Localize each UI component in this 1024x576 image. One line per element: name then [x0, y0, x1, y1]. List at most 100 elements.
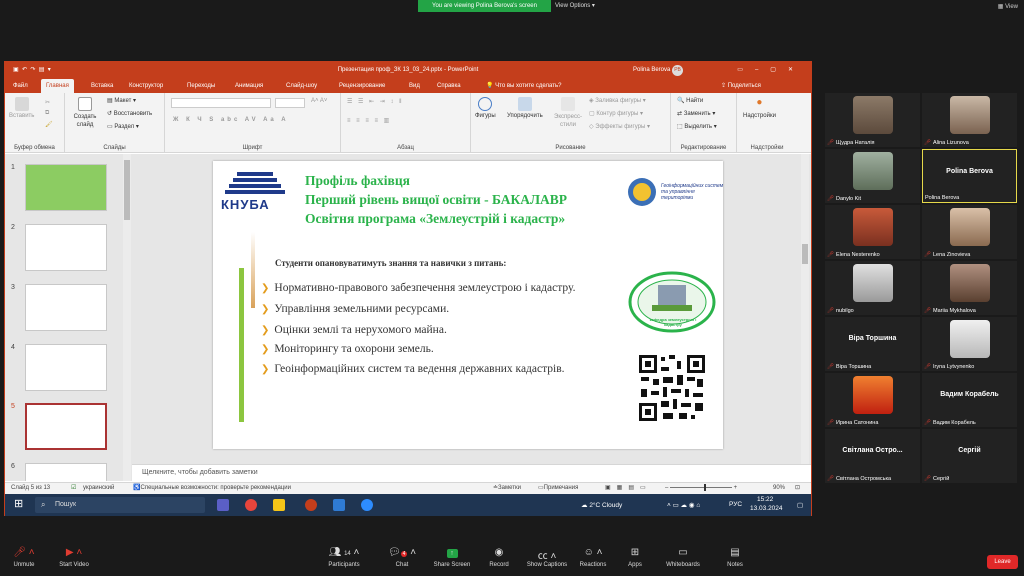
- slide-thumb-5[interactable]: [25, 403, 107, 450]
- participant-tile[interactable]: Вадим Корабель 🎤︎ Вадим Корабель: [922, 373, 1017, 427]
- list-buttons[interactable]: ☰ ☰ ⇤ ⇥ ↕ ‖: [347, 98, 404, 105]
- addins-button[interactable]: ● Надстройки: [743, 97, 776, 119]
- view-button[interactable]: ▦ View: [998, 3, 1018, 10]
- paste-button[interactable]: Вставить: [9, 97, 34, 119]
- shapes-button[interactable]: Фигуры: [475, 97, 496, 119]
- leave-button[interactable]: Leave: [987, 555, 1018, 569]
- tab-review[interactable]: Рецензирование: [339, 79, 385, 93]
- spellcheck-icon[interactable]: ☑: [71, 483, 76, 494]
- font-grow-shrink-icon[interactable]: A˄ A˅: [311, 98, 327, 104]
- notes-toggle[interactable]: ≐ Заметки: [493, 483, 521, 494]
- notifications-icon[interactable]: ▢: [797, 501, 803, 509]
- whiteboards-button[interactable]: ▭ Whiteboards: [653, 547, 713, 568]
- participant-tile[interactable]: 🎤︎ Iryna Lytvynenko: [922, 317, 1017, 371]
- participant-tile[interactable]: Сергій 🎤︎ Сергій: [922, 429, 1017, 483]
- slide-scrollbar[interactable]: [801, 154, 809, 464]
- input-language[interactable]: РУС: [729, 501, 742, 508]
- tab-file[interactable]: Файл: [13, 79, 28, 93]
- tab-help[interactable]: Справка: [437, 79, 461, 93]
- select-button[interactable]: ⬚ Выделить ▾: [677, 123, 717, 130]
- participant-tile[interactable]: 🎤︎ Danylo Kit: [825, 149, 920, 203]
- copy-icon[interactable]: ⧉: [45, 110, 49, 117]
- account-user[interactable]: Polina Berova PB: [633, 62, 684, 79]
- tab-animation[interactable]: Анимация: [235, 79, 263, 93]
- comments-toggle[interactable]: ▭ Примечания: [538, 483, 578, 494]
- video-off-icon: ▶︎ ˄: [65, 547, 83, 558]
- view-options-button[interactable]: View Options ▾: [555, 0, 605, 12]
- share-button[interactable]: ⇪ Поделиться: [721, 79, 761, 93]
- tab-view[interactable]: Вид: [409, 79, 420, 93]
- participant-tile[interactable]: 🎤︎ Mariia Mykhalova: [922, 261, 1017, 315]
- arrange-button[interactable]: Упорядочить: [507, 97, 543, 119]
- quick-styles-button[interactable]: Экспресс-стили: [551, 97, 585, 129]
- shape-fill-button[interactable]: ◈ Заливка фигуры ▾: [589, 97, 646, 104]
- ppt-workspace: 1 2 3 4 5 6 КНУБА Профіль фахівця Перший…: [5, 154, 811, 481]
- windows-start-icon[interactable]: ⊞: [14, 499, 23, 510]
- file-explorer-icon[interactable]: [273, 499, 285, 511]
- reset-button[interactable]: ↺ Восстановить: [107, 110, 152, 117]
- taskbar-search[interactable]: ⌕ Пошук: [35, 497, 205, 513]
- font-name-input[interactable]: [171, 98, 271, 108]
- zoom-slider-thumb[interactable]: [704, 483, 707, 491]
- view-buttons[interactable]: ▣▦▤▭: [605, 483, 652, 494]
- participant-tile[interactable]: 🎤︎ Щудра Наталія: [825, 93, 920, 147]
- font-size-input[interactable]: [275, 98, 305, 108]
- align-buttons[interactable]: ≡ ≡ ≡ ≡ ▥: [347, 117, 391, 124]
- slide-thumbnails[interactable]: 1 2 3 4 5 6: [5, 154, 123, 481]
- language-indicator[interactable]: украинский: [83, 483, 114, 494]
- participant-tile[interactable]: 🎤︎ nubilgo: [825, 261, 920, 315]
- new-slide-button[interactable]: Создать слайд: [71, 97, 99, 129]
- participant-tile[interactable]: 🎤︎ Lena Zinovieva: [922, 205, 1017, 259]
- layout-button[interactable]: ▤ Макет ▾: [107, 97, 136, 104]
- notes-button[interactable]: ▤ Notes: [705, 547, 765, 568]
- participant-tile[interactable]: Світлана Остро... 🎤︎ Світлана Остромська: [825, 429, 920, 483]
- clock-time[interactable]: 15:22: [757, 496, 773, 503]
- tell-me-search[interactable]: 💡 Что вы хотите сделать?: [486, 79, 561, 93]
- tab-transitions[interactable]: Переходы: [187, 79, 215, 93]
- shape-outline-button[interactable]: ▢ Контур фигуры ▾: [589, 110, 643, 117]
- replace-button[interactable]: ⇄ Заменить ▾: [677, 110, 715, 117]
- slide-thumb-1[interactable]: [25, 164, 107, 211]
- participant-tile[interactable]: 🎤︎ Alina Lizunova: [922, 93, 1017, 147]
- tab-insert[interactable]: Вставка: [91, 79, 113, 93]
- weather-widget[interactable]: ☁ 2°C Cloudy: [581, 501, 622, 509]
- participant-tile[interactable]: Віра Торшина 🎤︎ Віра Торшина: [825, 317, 920, 371]
- participant-tile-active-speaker[interactable]: Polina Berova Polina Berova: [922, 149, 1017, 203]
- powerpoint-icon[interactable]: [305, 499, 317, 511]
- participant-tile[interactable]: 🎤︎ Elena Nesterenko: [825, 205, 920, 259]
- cut-icon[interactable]: ✂: [45, 99, 50, 106]
- chrome-icon[interactable]: [245, 499, 257, 511]
- zoom-app-icon[interactable]: [361, 499, 373, 511]
- shape-effects-button[interactable]: ◇ Эффекты фигуры ▾: [589, 123, 650, 130]
- current-slide[interactable]: КНУБА Профіль фахівця Перший рівень вищо…: [213, 161, 723, 449]
- slide-thumb-2[interactable]: [25, 224, 107, 271]
- slide-scrollbar-thumb[interactable]: [802, 244, 808, 264]
- tray-icons[interactable]: ˄ ▭ ☁ ◉ ⌂: [667, 501, 700, 509]
- tab-slideshow[interactable]: Слайд-шоу: [286, 79, 317, 93]
- thumbnails-scrollbar[interactable]: [123, 154, 131, 481]
- start-video-button[interactable]: ▶︎ ˄ Start Video: [44, 547, 104, 568]
- format-painter-icon[interactable]: 🖌: [45, 121, 53, 128]
- section-button[interactable]: ▭ Раздел ▾: [107, 123, 139, 130]
- participants-button[interactable]: 👥︎ 14 ˄ Participants: [314, 547, 374, 568]
- notes-pane[interactable]: Щелкните, чтобы добавить заметки: [132, 464, 811, 481]
- window-controls[interactable]: ▭–▢✕: [737, 62, 805, 79]
- clock-date[interactable]: 13.03.2024: [750, 505, 783, 512]
- teams-icon[interactable]: [217, 499, 229, 511]
- zoom-slider[interactable]: – +: [665, 483, 765, 494]
- zoom-level[interactable]: 90%: [773, 483, 785, 494]
- slide-thumb-6[interactable]: [25, 463, 107, 481]
- accessibility-status[interactable]: ♿ Специальные возможности: проверьте рек…: [133, 483, 291, 494]
- find-button[interactable]: 🔍 Найти: [677, 97, 703, 104]
- fit-slide-icon[interactable]: ⊡: [795, 483, 800, 494]
- mic-muted-icon: 🎤︎: [827, 364, 834, 370]
- mic-muted-icon: 🎤︎: [827, 420, 834, 426]
- scrollbar-thumb[interactable]: [124, 160, 130, 220]
- tab-home[interactable]: Главная: [41, 79, 74, 93]
- font-format-buttons[interactable]: Ж К Ч S abc AV Aa A: [173, 117, 289, 123]
- slide-thumb-3[interactable]: [25, 284, 107, 331]
- participant-tile[interactable]: 🎤︎ Ирина Сатонина: [825, 373, 920, 427]
- slide-thumb-4[interactable]: [25, 344, 107, 391]
- tab-design[interactable]: Конструктор: [129, 79, 163, 93]
- outlook-icon[interactable]: [333, 499, 345, 511]
